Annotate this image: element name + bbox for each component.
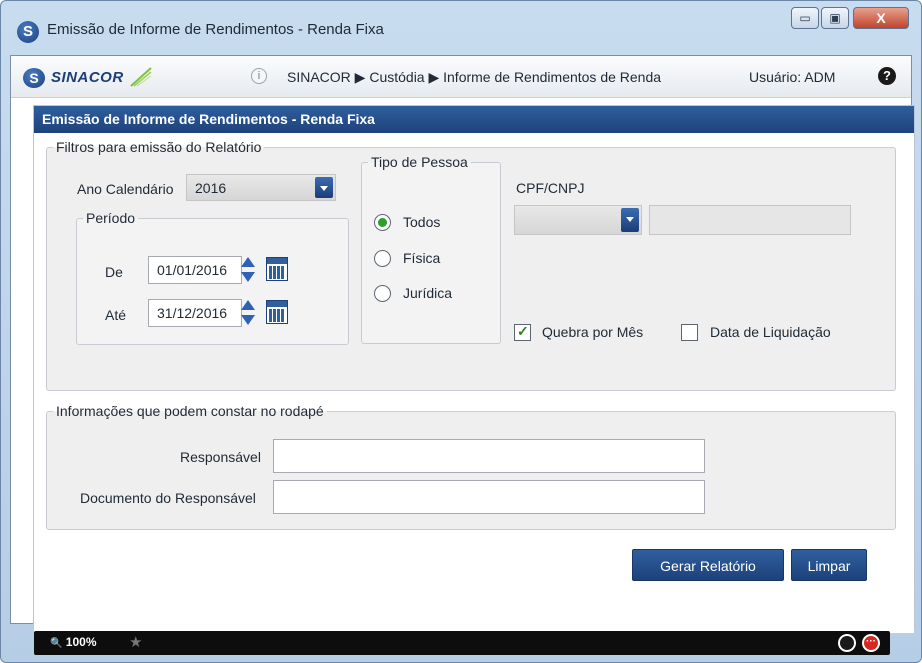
documento-responsavel-input[interactable] xyxy=(273,480,705,514)
star-icon[interactable]: ★ xyxy=(129,633,142,651)
filters-legend: Filtros para emissão do Relatório xyxy=(56,139,262,155)
radio-fisica-label[interactable]: Física xyxy=(403,250,440,266)
ano-calendario-value: 2016 xyxy=(195,180,227,196)
title-bar: S Emissão de Informe de Rendimentos - Re… xyxy=(1,1,921,55)
rodape-legend: Informações que podem constar no rodapé xyxy=(56,403,324,419)
data-liquidacao-label[interactable]: Data de Liquidação xyxy=(710,324,831,340)
radio-todos[interactable] xyxy=(374,214,391,231)
spin-up-icon[interactable] xyxy=(241,257,255,267)
zoom-icon: 🔍 xyxy=(50,638,63,649)
chevron-down-icon[interactable] xyxy=(621,208,639,232)
panel-title: Emissão de Informe de Rendimentos - Rend… xyxy=(34,106,914,133)
close-button[interactable]: X xyxy=(853,7,909,29)
app-logo-icon: S xyxy=(17,21,39,43)
status-bar: 🔍 100% ★ ··· xyxy=(34,631,890,655)
user-label: Usuário: ADM xyxy=(749,69,836,85)
de-label: De xyxy=(105,264,123,280)
tipo-pessoa-legend: Tipo de Pessoa xyxy=(371,154,468,170)
sinacor-logo-icon: S xyxy=(23,68,45,88)
ate-date-spinner[interactable] xyxy=(240,299,256,327)
radio-todos-label[interactable]: Todos xyxy=(403,214,440,230)
cpf-cnpj-type-select[interactable] xyxy=(514,205,642,235)
chevron-down-icon[interactable] xyxy=(315,177,333,198)
tipo-pessoa-group: Tipo de Pessoa xyxy=(361,154,501,344)
cpf-cnpj-input[interactable] xyxy=(649,205,851,235)
nav-bar: S SINACOR i SINACOR ▶ Custódia ▶ Informe… xyxy=(11,56,911,98)
periodo-legend: Período xyxy=(86,210,136,226)
ano-calendario-label: Ano Calendário xyxy=(77,181,174,197)
minimize-button[interactable]: ▭ xyxy=(791,7,819,29)
de-date-input[interactable]: 01/01/2016 xyxy=(148,256,242,284)
panel-body: Filtros para emissão do Relatório Ano Ca… xyxy=(34,133,914,633)
responsavel-label: Responsável xyxy=(180,449,261,465)
ate-label: Até xyxy=(105,307,127,323)
documento-responsavel-label: Documento do Responsável xyxy=(80,490,256,506)
spin-up-icon[interactable] xyxy=(241,300,255,310)
info-icon[interactable]: i xyxy=(251,68,267,84)
window-title: Emissão de Informe de Rendimentos - Rend… xyxy=(47,21,384,38)
zoom-control[interactable]: 🔍 100% xyxy=(50,635,97,649)
breadcrumb: SINACOR ▶ Custódia ▶ Informe de Rendimen… xyxy=(287,69,662,85)
brand-swoosh-icon xyxy=(130,67,152,87)
report-panel: Emissão de Informe de Rendimentos - Rend… xyxy=(33,105,915,633)
maximize-button[interactable]: ▣ xyxy=(821,7,849,29)
radio-juridica[interactable] xyxy=(374,285,391,302)
quebra-por-mes-label[interactable]: Quebra por Mês xyxy=(542,324,643,340)
globe-icon[interactable] xyxy=(838,634,856,652)
brand-name: SINACOR xyxy=(51,69,124,86)
gerar-relatorio-button[interactable]: Gerar Relatório xyxy=(632,549,784,581)
responsavel-input[interactable] xyxy=(273,439,705,473)
limpar-button[interactable]: Limpar xyxy=(791,549,867,581)
cpf-cnpj-label: CPF/CNPJ xyxy=(516,180,585,196)
radio-juridica-label[interactable]: Jurídica xyxy=(403,285,452,301)
radio-fisica[interactable] xyxy=(374,250,391,267)
de-date-spinner[interactable] xyxy=(240,256,256,284)
calendar-icon[interactable] xyxy=(266,300,288,324)
ate-date-input[interactable]: 31/12/2016 xyxy=(148,299,242,327)
ano-calendario-select[interactable]: 2016 xyxy=(186,174,336,201)
help-icon[interactable]: ? xyxy=(878,67,896,85)
zoom-level: 100% xyxy=(65,635,97,649)
window-client-area: S SINACOR i SINACOR ▶ Custódia ▶ Informe… xyxy=(10,55,915,633)
spin-down-icon[interactable] xyxy=(241,315,255,325)
quebra-por-mes-checkbox[interactable] xyxy=(514,323,531,341)
data-liquidacao-checkbox[interactable] xyxy=(681,324,698,341)
application-window: S Emissão de Informe de Rendimentos - Re… xyxy=(0,0,922,663)
calendar-icon[interactable] xyxy=(266,257,288,281)
more-options-icon[interactable]: ··· xyxy=(862,634,880,652)
spin-down-icon[interactable] xyxy=(241,272,255,282)
